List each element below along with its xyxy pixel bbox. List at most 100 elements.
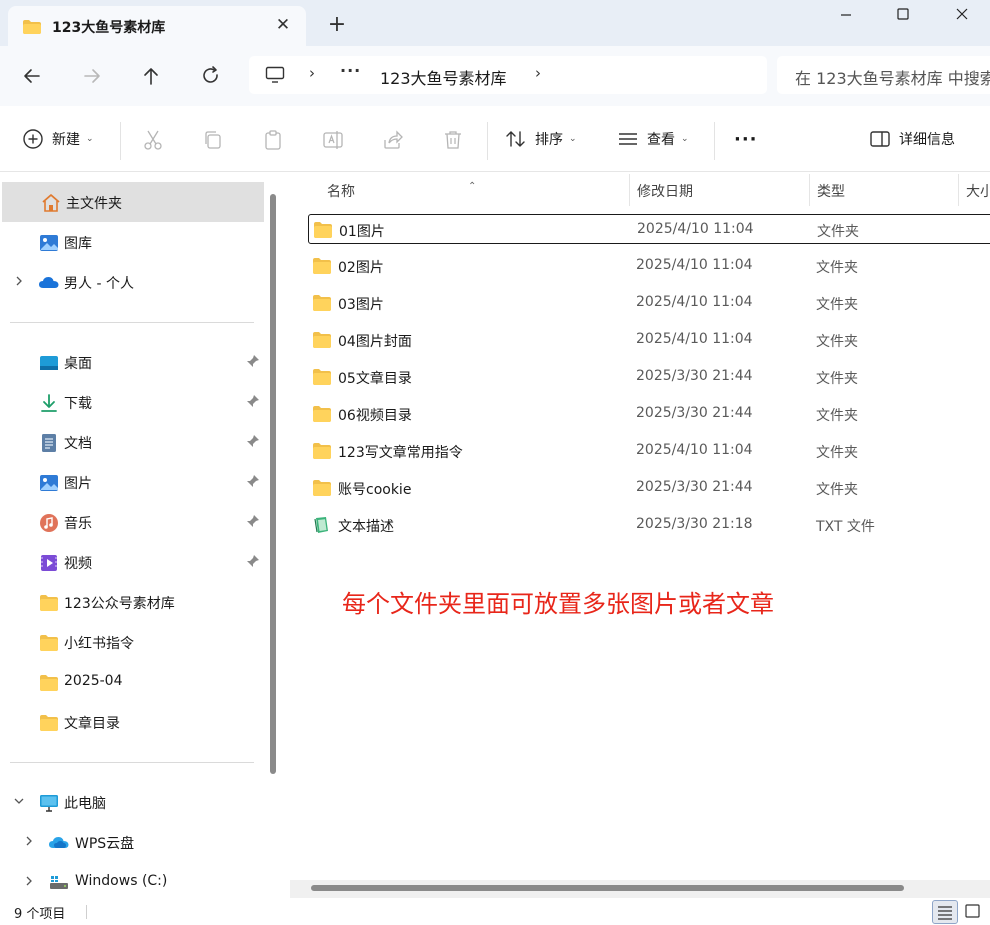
forward-button[interactable] [77,62,107,90]
sidebar-item-label: 文章目录 [64,716,120,732]
sidebar-item-gallery[interactable]: 图库 [0,222,264,262]
view-label: 查看 [647,132,675,148]
status-bar: 9 个项目 [0,899,990,925]
cut-icon[interactable] [141,128,165,152]
file-row[interactable]: 06视频目录 2025/3/30 21:44 文件夹 [308,399,990,429]
file-date: 2025/4/10 11:04 [636,442,753,458]
column-header-modified[interactable]: 修改日期 [637,181,693,201]
paste-icon[interactable] [261,128,285,152]
folder-icon [312,257,332,275]
pin-icon[interactable] [245,433,261,449]
status-divider [86,905,87,919]
sidebar-item-label: 桌面 [64,356,92,372]
details-pane-button[interactable]: 详细信息 [869,106,955,172]
sidebar-item-home[interactable]: 主文件夹 [2,182,264,222]
file-row[interactable]: 文本描述 2025/3/30 21:18 TXT 文件 [308,510,990,540]
breadcrumb-separator-end[interactable]: › [535,64,541,82]
file-row[interactable]: 123写文章常用指令 2025/4/10 11:04 文件夹 [308,436,990,466]
sidebar-item-downloads[interactable]: 下载 [0,382,264,422]
tab-current[interactable]: 123大鱼号素材库 ✕ [8,6,306,46]
file-list: ⌃ 名称 修改日期 类型 大小 01图片 2025/4/10 11:04 文件夹… [287,172,990,899]
chevron-right-icon[interactable] [22,833,36,849]
chevron-right-icon[interactable] [12,273,26,289]
video-icon [38,552,60,574]
column-divider[interactable] [629,174,630,206]
pin-icon[interactable] [245,473,261,489]
file-type: 文件夹 [816,482,858,498]
column-divider[interactable] [809,174,810,206]
new-tab-button[interactable]: + [325,14,349,38]
pin-icon[interactable] [245,553,261,569]
pin-icon[interactable] [245,393,261,409]
column-header-type[interactable]: 类型 [817,181,845,201]
pin-icon[interactable] [245,353,261,369]
breadcrumb-current[interactable]: 123大鱼号素材库 [380,65,507,89]
sidebar-item-drive-c[interactable]: Windows (C:) [0,862,264,902]
tab-title: 123大鱼号素材库 [52,20,166,36]
refresh-button[interactable] [196,62,226,90]
file-name: 06视频目录 [338,408,412,424]
file-row[interactable]: 02图片 2025/4/10 11:04 文件夹 [308,251,990,281]
sidebar-item-documents[interactable]: 文档 [0,422,264,462]
sidebar-item-desktop[interactable]: 桌面 [0,342,264,382]
column-header-name[interactable]: 名称 [327,181,355,201]
sort-button[interactable]: 排序 ⌄ [505,106,577,172]
minimize-button[interactable] [826,4,866,26]
sidebar-item-this-pc[interactable]: 此电脑 [0,782,264,822]
file-name: 04图片封面 [338,334,412,350]
new-button[interactable]: 新建 ⌄ [22,106,94,172]
toolbar-divider [714,122,715,160]
delete-icon[interactable] [441,128,465,152]
sidebar-item-folder[interactable]: 2025-04 [0,662,264,702]
chevron-down-icon[interactable] [12,793,26,809]
desktop-icon [38,352,60,374]
sidebar-item-onedrive[interactable]: 男人 - 个人 [0,262,264,302]
file-row[interactable]: 账号cookie 2025/3/30 21:44 文件夹 [308,473,990,503]
sidebar-item-pictures[interactable]: 图片 [0,462,264,502]
sidebar-scrollbar[interactable] [270,194,276,774]
column-divider[interactable] [958,174,959,206]
copy-icon[interactable] [201,128,225,152]
chevron-right-icon[interactable] [22,873,36,889]
tiles-view-button[interactable] [961,900,987,924]
close-tab-icon[interactable]: ✕ [272,14,294,36]
download-icon [38,392,60,414]
file-row[interactable]: 01图片 2025/4/10 11:04 文件夹 [308,214,990,244]
sidebar-divider [10,762,254,763]
column-header-size[interactable]: 大小 [966,181,990,201]
file-name: 05文章目录 [338,371,412,387]
details-view-button[interactable] [932,900,958,924]
file-row[interactable]: 03图片 2025/4/10 11:04 文件夹 [308,288,990,318]
details-label: 详细信息 [899,132,955,148]
sidebar-item-label: 男人 - 个人 [64,276,134,292]
computer-icon [38,792,60,814]
share-icon[interactable] [381,128,405,152]
breadcrumb-separator[interactable]: › [309,64,315,82]
folder-icon [22,19,42,39]
maximize-button[interactable] [883,4,923,26]
more-options-button[interactable]: ··· [734,106,758,172]
drive-icon [48,872,70,894]
file-name: 账号cookie [338,482,412,498]
file-type: 文件夹 [816,445,858,461]
address-bar[interactable]: › ··· 123大鱼号素材库 › [249,56,767,94]
sidebar-item-folder[interactable]: 小红书指令 [0,622,264,662]
up-button[interactable] [136,62,166,90]
sidebar-item-folder[interactable]: 文章目录 [0,702,264,742]
close-window-button[interactable] [942,4,982,26]
rename-icon[interactable] [321,128,345,152]
back-button[interactable] [17,62,47,90]
item-count: 9 个项目 [14,907,66,922]
sidebar-item-videos[interactable]: 视频 [0,542,264,582]
file-row[interactable]: 04图片封面 2025/4/10 11:04 文件夹 [308,325,990,355]
sidebar-item-music[interactable]: 音乐 [0,502,264,542]
sidebar-item-wps[interactable]: WPS云盘 [0,822,264,862]
sidebar-item-folder[interactable]: 123公众号素材库 [0,582,264,622]
horizontal-scrollbar[interactable] [311,885,904,891]
view-button[interactable]: 查看 ⌄ [617,106,689,172]
folder-icon [38,672,60,694]
file-row[interactable]: 05文章目录 2025/3/30 21:44 文件夹 [308,362,990,392]
search-input[interactable]: 在 123大鱼号素材库 中搜索 [777,56,990,94]
pin-icon[interactable] [245,513,261,529]
breadcrumb-overflow[interactable]: ··· [340,61,361,80]
